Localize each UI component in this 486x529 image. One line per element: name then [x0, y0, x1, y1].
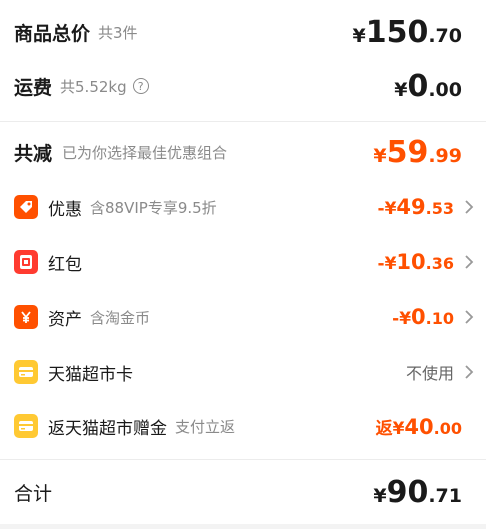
- chevron-right-icon[interactable]: [460, 308, 478, 326]
- shipping-row: 运费 共5.52kg ? ¥0.00: [0, 66, 486, 106]
- red-packet-row[interactable]: 红包 -¥ 10.36: [0, 242, 486, 282]
- amount-integer: 40: [404, 414, 434, 439]
- tag-icon: [14, 195, 38, 219]
- currency-symbol: ¥: [352, 24, 366, 47]
- goods-total-price: ¥150.70: [352, 15, 462, 50]
- goods-total-label: 商品总价: [14, 22, 91, 45]
- amount-decimal: .36: [425, 254, 454, 273]
- tmall-card-label: 天猫超市卡: [48, 364, 133, 385]
- grand-total-label: 合计: [14, 482, 53, 505]
- assets-amount: -¥ 0.10: [392, 305, 454, 329]
- price-decimal: .99: [428, 144, 462, 167]
- assets-note: 含淘金币: [90, 308, 151, 327]
- amount-prefix: 返¥: [375, 418, 405, 439]
- red-packet-label: 红包: [48, 254, 82, 275]
- amount-prefix: -¥: [392, 309, 412, 329]
- currency-symbol: ¥: [373, 144, 387, 167]
- bottom-bar: [0, 524, 486, 529]
- discount-note: 含88VIP专享9.5折: [90, 198, 217, 217]
- chevron-right-icon[interactable]: [460, 363, 478, 381]
- price-integer: 59: [386, 134, 429, 170]
- amount-prefix: -¥: [377, 254, 397, 274]
- goods-count: 共3件: [98, 23, 138, 42]
- assets-row[interactable]: 资产 含淘金币 -¥ 0.10: [0, 297, 486, 337]
- amount-decimal: .53: [425, 199, 454, 218]
- amount-integer: 0: [411, 305, 426, 329]
- amount-integer: 10: [396, 250, 426, 274]
- card-icon: [14, 360, 38, 384]
- grand-total-row: 合计 ¥90.71: [0, 471, 486, 513]
- currency-symbol: ¥: [373, 484, 387, 507]
- chevron-right-icon[interactable]: [460, 198, 478, 216]
- cashback-amount: 返¥ 40.00: [376, 414, 462, 439]
- red-packet-icon: [14, 250, 38, 274]
- total-reduce-row: 共减 已为你选择最佳优惠组合 ¥59.99: [0, 132, 486, 172]
- cashback-label: 返天猫超市赠金: [48, 418, 167, 439]
- currency-symbol: ¥: [394, 78, 408, 101]
- shipping-label: 运费: [14, 76, 53, 99]
- tmall-card-status: 不使用: [405, 364, 454, 383]
- red-packet-amount: -¥ 10.36: [378, 250, 454, 274]
- shipping-price: ¥0.00: [394, 69, 462, 104]
- amount-integer: 49: [396, 195, 426, 219]
- amount-decimal: .00: [433, 418, 462, 438]
- price-integer: 90: [386, 474, 429, 510]
- discount-row[interactable]: 优惠 含88VIP专享9.5折 -¥ 49.53: [0, 187, 486, 227]
- divider: [0, 121, 486, 122]
- amount-decimal: .10: [425, 309, 454, 328]
- total-reduce-price: ¥59.99: [373, 135, 462, 170]
- price-decimal: .70: [428, 24, 462, 47]
- price-integer: 0: [407, 68, 429, 104]
- discount-amount: -¥ 49.53: [378, 195, 454, 219]
- price-decimal: .00: [428, 78, 462, 101]
- shipping-weight: 共5.52kg: [60, 77, 127, 96]
- amount-prefix: -¥: [377, 199, 397, 219]
- chevron-right-icon[interactable]: [460, 253, 478, 271]
- grand-total-price: ¥90.71: [373, 475, 462, 510]
- price-decimal: .71: [428, 484, 462, 507]
- cashback-note: 支付立返: [175, 417, 236, 436]
- tmall-card-row[interactable]: 天猫超市卡 不使用: [0, 352, 486, 392]
- divider: [0, 459, 486, 460]
- total-reduce-label: 共减: [14, 142, 53, 165]
- help-icon[interactable]: ?: [132, 78, 149, 94]
- gift-card-icon: [14, 414, 38, 438]
- discount-label: 优惠: [48, 199, 82, 220]
- cashback-row: 返天猫超市赠金 支付立返 返¥ 40.00: [0, 406, 486, 446]
- price-integer: 150: [365, 14, 429, 50]
- best-combo-note: 已为你选择最佳优惠组合: [62, 143, 228, 162]
- yuan-coin-icon: [14, 305, 38, 329]
- assets-label: 资产: [48, 309, 82, 330]
- goods-total-row: 商品总价 共3件 ¥150.70: [0, 12, 486, 52]
